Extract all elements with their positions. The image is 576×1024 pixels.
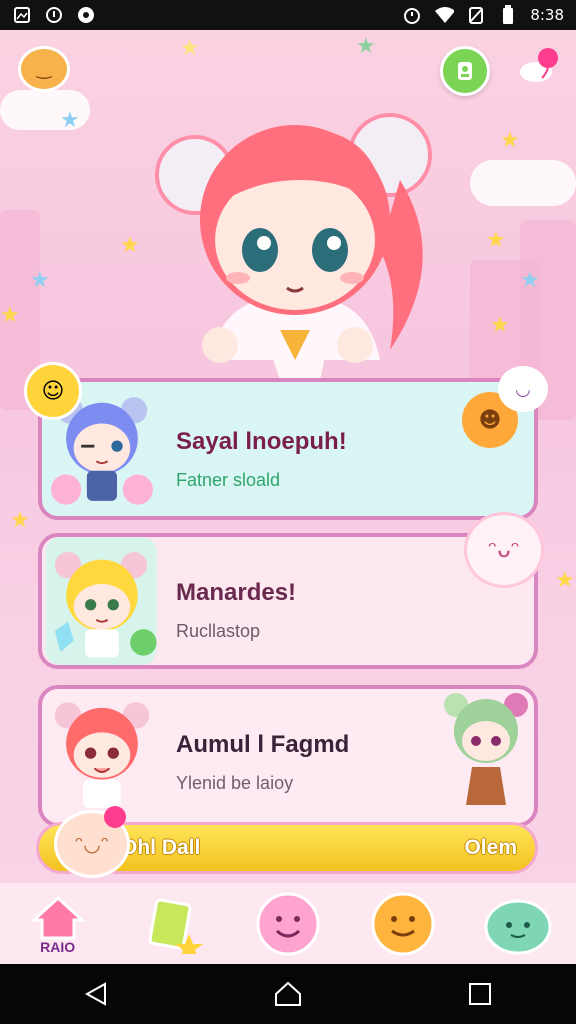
status-time: 8:38 bbox=[530, 6, 564, 24]
star-decoration: ★ bbox=[520, 268, 540, 293]
bottom-navigation: RAIO bbox=[0, 883, 576, 964]
balloon-icon[interactable] bbox=[518, 44, 562, 88]
record-icon bbox=[44, 5, 64, 25]
star-decoration: ★ bbox=[356, 34, 376, 59]
card-3-subtitle: Ylenid be laioy bbox=[176, 773, 294, 793]
star-decoration: ★ bbox=[180, 36, 200, 61]
nav-home-label: RAIO bbox=[40, 938, 76, 955]
wifi-icon bbox=[434, 5, 455, 25]
nav-profile[interactable] bbox=[483, 889, 553, 959]
bar-left-label[interactable]: Ohl Dall bbox=[121, 836, 200, 860]
background-cloud bbox=[470, 160, 576, 206]
back-triangle-icon bbox=[84, 982, 106, 1006]
red-hair-girl-avatar bbox=[54, 702, 150, 808]
nav-home[interactable]: RAIO bbox=[23, 889, 93, 959]
card-2-subtitle: Rucllastop bbox=[176, 621, 261, 641]
star-decoration: ★ bbox=[0, 303, 20, 328]
card-1-subtitle: Fatner sloald bbox=[176, 470, 281, 490]
phone-screen: 8:38 ★ ★ ★ ★ ★ ★ ★ ★ ★ ★ ★ ★ ‿ Sayal lno… bbox=[0, 0, 576, 1024]
star-decoration: ★ bbox=[60, 108, 80, 133]
nav-friends[interactable] bbox=[368, 889, 438, 959]
star-decoration: ★ bbox=[120, 233, 140, 258]
smile-icon bbox=[256, 892, 320, 955]
star-decoration: ★ bbox=[10, 508, 30, 533]
card-3-title: Aumul l Fagmd bbox=[176, 731, 350, 758]
fluffy-face-icon: ᵔᴗᵔ bbox=[464, 512, 544, 588]
battery-icon bbox=[498, 5, 518, 25]
happy-face-icon bbox=[371, 892, 435, 955]
nav-cards[interactable] bbox=[138, 889, 208, 959]
system-navigation-bar bbox=[0, 964, 576, 1024]
image-icon bbox=[12, 5, 32, 25]
back-button[interactable] bbox=[76, 974, 116, 1014]
recents-button[interactable] bbox=[460, 974, 500, 1014]
star-decoration: ★ bbox=[486, 228, 506, 253]
download-icon bbox=[76, 5, 96, 25]
heart-badge-icon bbox=[104, 806, 126, 828]
character-card-2[interactable]: Manardes! Rucllastop bbox=[38, 533, 538, 669]
status-bar: 8:38 bbox=[0, 0, 576, 30]
profile-button[interactable] bbox=[440, 46, 490, 96]
star-decoration: ★ bbox=[30, 268, 50, 293]
card-stack-icon bbox=[148, 898, 203, 954]
bar-right-label[interactable]: Olem bbox=[464, 836, 517, 860]
star-decoration: ★ bbox=[500, 128, 520, 153]
emoji-avatar-icon[interactable]: ‿ bbox=[18, 46, 70, 92]
cloud-face-icon: ◡ bbox=[498, 366, 548, 412]
home-outline-icon bbox=[275, 981, 301, 1006]
character-card-1[interactable]: Sayal lnoepuh! Fatner sloald bbox=[38, 378, 538, 520]
card-2-text: Manardes! Rucllastop bbox=[176, 579, 296, 642]
user-card-icon bbox=[458, 62, 472, 80]
card-2-title: Manardes! bbox=[176, 579, 297, 606]
card-1-title: Sayal lnoepuh! bbox=[176, 428, 347, 455]
nav-emoji[interactable] bbox=[253, 889, 323, 959]
no-sim-icon bbox=[466, 5, 486, 25]
recents-square-icon bbox=[469, 983, 491, 1005]
star-decoration: ★ bbox=[555, 568, 575, 593]
app-content: ★ ★ ★ ★ ★ ★ ★ ★ ★ ★ ★ ★ ‿ Sayal lnoepuh!… bbox=[0, 30, 576, 964]
green-blob-icon bbox=[484, 899, 552, 954]
star-decoration: ★ bbox=[490, 313, 510, 338]
home-button[interactable] bbox=[268, 974, 308, 1014]
card-3-text: Aumul l Fagmd Ylenid be laioy bbox=[176, 731, 349, 794]
smile-emoji-icon: ☺ bbox=[24, 362, 82, 420]
green-hair-girl-image bbox=[444, 693, 528, 805]
alarm-icon bbox=[402, 5, 422, 25]
hero-character-image bbox=[155, 113, 432, 380]
blonde-girl-avatar bbox=[45, 537, 157, 665]
card-1-text: Sayal lnoepuh! Fatner sloald bbox=[176, 428, 347, 491]
